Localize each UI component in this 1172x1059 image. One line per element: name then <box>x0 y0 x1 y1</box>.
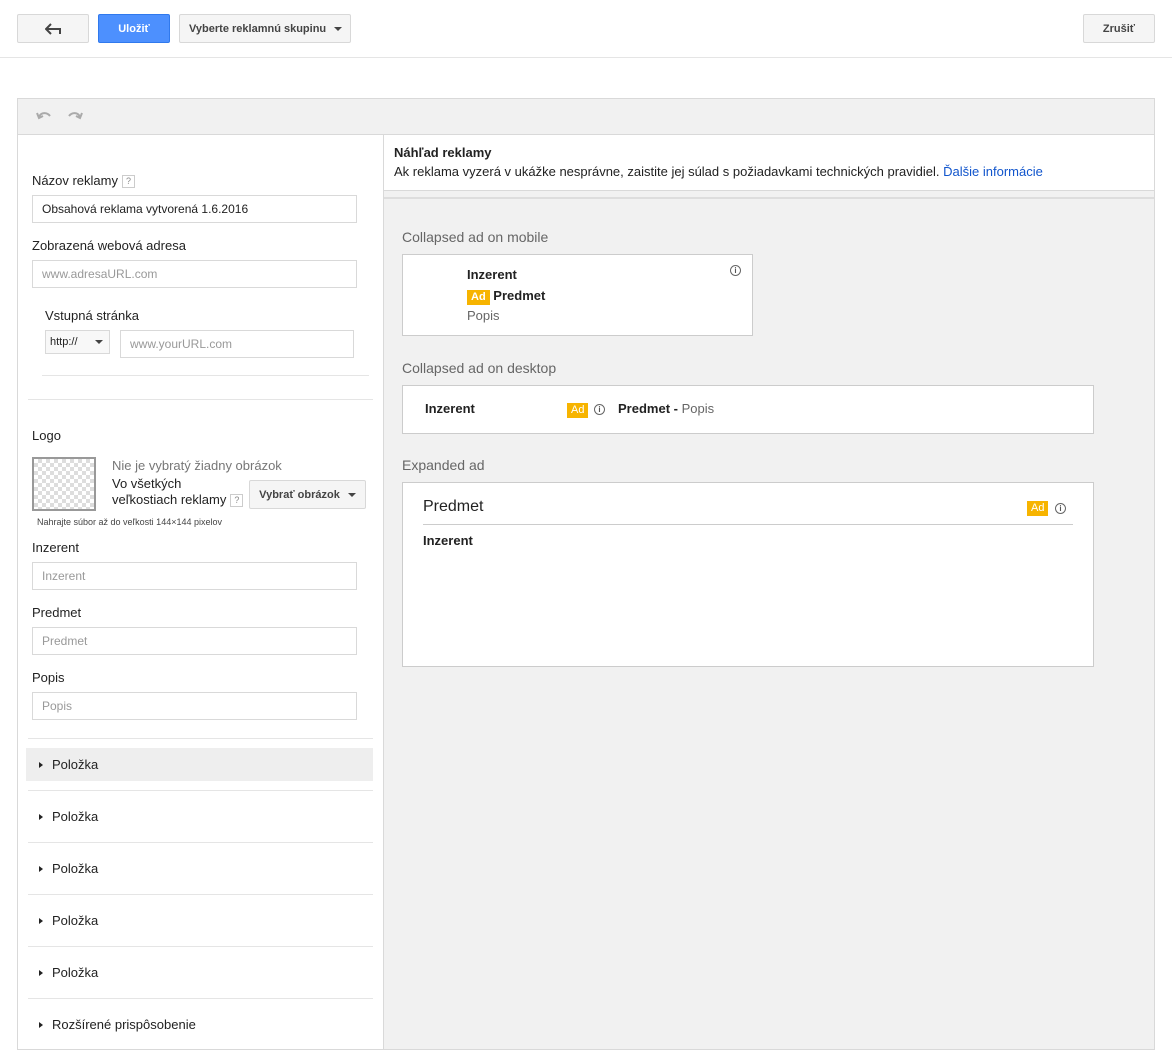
all-sizes-line-1: Vo všetkých <box>112 476 182 491</box>
preview-title: Náhľad reklamy <box>394 145 492 160</box>
item-label: Položka <box>52 913 99 928</box>
landing-page-label: Vstupná stránka <box>45 308 139 323</box>
divider <box>28 790 373 791</box>
save-button[interactable]: Uložiť <box>98 14 170 43</box>
select-image-button[interactable]: Vybrať obrázok <box>249 480 366 509</box>
ad-subject: Predmet <box>493 288 546 303</box>
ad-advertiser: Inzerent <box>425 401 475 416</box>
divider <box>42 375 369 376</box>
desktop-preview-label: Collapsed ad on desktop <box>402 360 557 376</box>
advertiser-label: Inzerent <box>32 540 79 555</box>
ad-description: Popis <box>681 401 715 416</box>
mobile-preview-label: Collapsed ad on mobile <box>402 229 549 245</box>
description-input[interactable]: Popis <box>32 692 357 720</box>
divider <box>28 842 373 843</box>
divider <box>28 894 373 895</box>
redo-icon[interactable] <box>67 109 83 126</box>
logo-label: Logo <box>32 428 61 443</box>
back-button[interactable] <box>17 14 89 43</box>
editor-frame: Názov reklamy? Obsahová reklama vytvoren… <box>17 98 1155 1050</box>
item-label: Položka <box>52 861 99 876</box>
cancel-button[interactable]: Zrušiť <box>1083 14 1155 43</box>
help-icon[interactable]: ? <box>121 175 135 189</box>
ad-subject-line: Predmet - Popis <box>618 401 714 416</box>
logo-placeholder-image <box>32 457 96 511</box>
info-icon[interactable]: i <box>730 265 741 276</box>
divider <box>28 946 373 947</box>
preview-subtitle-text: Ak reklama vyzerá v ukážke nesprávne, za… <box>394 164 940 179</box>
divider <box>423 524 1073 525</box>
more-info-link[interactable]: Ďalšie informácie <box>943 164 1043 179</box>
ad-badge: Ad <box>467 290 490 305</box>
ad-separator: - <box>673 401 678 416</box>
ad-form-panel: Názov reklamy? Obsahová reklama vytvoren… <box>18 135 383 1049</box>
collapsible-item[interactable]: Položka <box>26 800 373 833</box>
ad-advertiser: Inzerent <box>467 267 517 282</box>
protocol-select[interactable]: http:// <box>45 330 110 354</box>
all-sizes-line-2: veľkostiach reklamy <box>112 492 227 507</box>
select-image-label: Vybrať obrázok <box>259 488 340 501</box>
subject-label: Predmet <box>32 605 82 620</box>
ad-subject-line: Ad Predmet <box>467 288 545 305</box>
desktop-ad-card: Inzerent Ad i Predmet - Popis <box>402 385 1094 434</box>
item-label: Položka <box>52 965 99 980</box>
landing-url-input[interactable]: www.yourURL.com <box>120 330 354 358</box>
collapsible-item[interactable]: Položka <box>26 956 373 989</box>
description-label: Popis <box>32 670 65 685</box>
ad-badge: Ad <box>567 403 589 418</box>
undo-redo-bar <box>18 99 1154 135</box>
item-label: Položka <box>52 809 99 824</box>
divider <box>28 738 373 739</box>
ad-preview-panel: Náhľad reklamy Ak reklama vyzerá v ukážk… <box>383 135 1154 1049</box>
expand-arrow-icon <box>39 969 43 976</box>
ad-name-label-text: Názov reklamy <box>32 173 118 188</box>
undo-icon[interactable] <box>36 109 52 126</box>
expand-arrow-icon <box>39 813 43 820</box>
ad-description: Popis <box>467 308 500 323</box>
divider <box>28 399 373 400</box>
collapsible-item[interactable]: Položka <box>26 748 373 781</box>
chevron-down-icon <box>347 492 356 497</box>
all-sizes-text: Vo všetkých veľkostiach reklamy? <box>112 476 244 508</box>
expand-arrow-icon <box>39 865 43 872</box>
item-label: Položka <box>52 757 99 772</box>
expand-arrow-icon <box>39 917 43 924</box>
display-url-label: Zobrazená webová adresa <box>32 238 186 253</box>
ad-name-label: Názov reklamy? <box>32 173 135 189</box>
top-toolbar: Uložiť Vyberte reklamnú skupinu Zrušiť <box>0 0 1172 58</box>
display-url-input[interactable]: www.adresaURL.com <box>32 260 357 288</box>
expanded-ad-card: Predmet Ad i Inzerent <box>402 482 1094 667</box>
advanced-customization-item[interactable]: Rozšírené prispôsobenie <box>26 1008 373 1041</box>
protocol-value: http:// <box>50 336 78 348</box>
help-icon[interactable]: ? <box>230 494 244 508</box>
ad-name-input[interactable]: Obsahová reklama vytvorená 1.6.2016 <box>32 195 357 223</box>
chevron-down-icon <box>95 340 103 344</box>
preview-header: Náhľad reklamy Ak reklama vyzerá v ukážk… <box>384 135 1154 191</box>
collapsible-item[interactable]: Položka <box>26 904 373 937</box>
collapsible-item[interactable]: Položka <box>26 852 373 885</box>
expand-arrow-icon <box>39 761 43 768</box>
info-icon[interactable]: i <box>1055 503 1066 514</box>
adgroup-dropdown-label: Vyberte reklamnú skupinu <box>189 22 327 35</box>
expand-arrow-icon <box>39 1021 43 1028</box>
ad-advertiser: Inzerent <box>423 533 473 548</box>
ad-subject: Predmet <box>618 401 671 416</box>
subject-input[interactable]: Predmet <box>32 627 357 655</box>
divider <box>384 197 1154 199</box>
info-icon[interactable]: i <box>594 404 605 415</box>
chevron-down-icon <box>334 26 343 31</box>
advertiser-input[interactable]: Inzerent <box>32 562 357 590</box>
mobile-ad-card: Inzerent Ad Predmet Popis i <box>402 254 753 336</box>
advanced-label: Rozšírené prispôsobenie <box>52 1017 196 1032</box>
ad-badge: Ad <box>1027 501 1049 516</box>
divider <box>28 998 373 999</box>
expanded-preview-label: Expanded ad <box>402 457 485 473</box>
no-image-text: Nie je vybratý žiadny obrázok <box>112 458 282 473</box>
upload-hint: Nahrajte súbor až do veľkosti 144×144 pi… <box>37 517 222 527</box>
back-arrow-icon <box>45 22 61 35</box>
preview-subtitle: Ak reklama vyzerá v ukážke nesprávne, za… <box>394 164 1144 179</box>
adgroup-dropdown[interactable]: Vyberte reklamnú skupinu <box>179 14 351 43</box>
ad-subject: Predmet <box>423 498 484 515</box>
